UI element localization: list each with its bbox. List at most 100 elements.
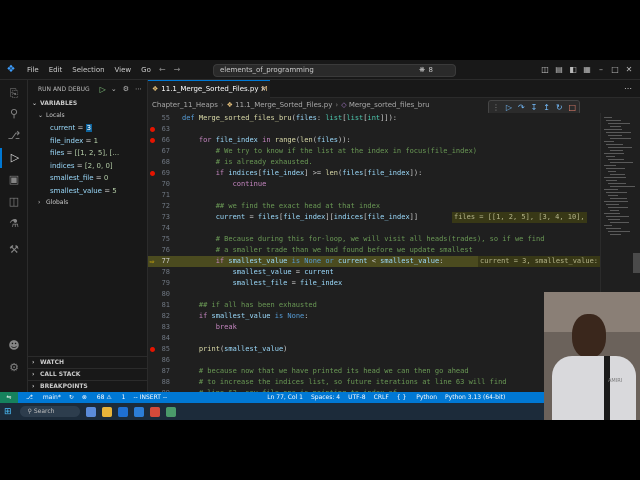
watch-section-header[interactable]: › WATCH <box>28 356 147 368</box>
variable-row[interactable]: current = 3 <box>28 122 147 135</box>
stop-icon[interactable]: □ <box>568 103 576 112</box>
code-editor[interactable]: 55 def Merge_sorted_files_bru(files: list… <box>148 113 600 392</box>
code-line[interactable]: 79 smallest_file = file_index <box>148 278 600 289</box>
code-line[interactable]: 80 <box>148 289 600 300</box>
search-icon[interactable]: ⚲ <box>0 104 28 124</box>
code-line[interactable]: 81 ## if all has been exhausted <box>148 300 600 311</box>
restart-icon[interactable]: ↻ <box>556 103 563 112</box>
eol-status[interactable]: CRLF <box>374 394 389 401</box>
menu-view[interactable]: View <box>115 66 132 74</box>
app-icon[interactable] <box>149 406 160 417</box>
back-arrow-icon[interactable]: ← <box>159 65 166 74</box>
variable-row[interactable]: file_index = 1 <box>28 135 147 148</box>
menu-edit[interactable]: Edit <box>49 66 63 74</box>
variable-row[interactable]: indices = [2, 0, 0] <box>28 160 147 173</box>
minimap-slider[interactable] <box>633 253 640 273</box>
forward-arrow-icon[interactable]: → <box>174 65 181 74</box>
start-debugging-icon[interactable]: ▷ <box>100 85 106 94</box>
maximize-icon[interactable]: □ <box>608 63 622 77</box>
variable-row[interactable]: smallest_value = 5 <box>28 185 147 198</box>
cursor-position[interactable]: Ln 77, Col 1 <box>267 394 303 401</box>
code-line[interactable]: 69 if indices[file_index] >= len(files[f… <box>148 168 600 179</box>
code-line[interactable]: ⇨ 77 if smallest_value is None or current… <box>148 256 600 267</box>
breakpoints-section-header[interactable]: › BREAKPOINTS <box>28 380 147 392</box>
breadcrumb-file[interactable]: 11.1_Merge_Sorted_Files.py <box>235 101 332 109</box>
code-line[interactable]: 85 print(smallest_value) <box>148 344 600 355</box>
code-line[interactable]: 71 <box>148 190 600 201</box>
remote-explorer-icon[interactable]: ◫ <box>0 192 28 212</box>
python-interpreter[interactable]: Python 3.13 (64-bit) <box>445 394 505 401</box>
toggle-sidebar-icon[interactable]: ◧ <box>566 63 580 77</box>
code-line[interactable]: 76 # a smaller trade than we had found b… <box>148 245 600 256</box>
step-into-icon[interactable]: ↧ <box>531 103 538 112</box>
indentation-status[interactable]: Spaces: 4 <box>311 394 340 401</box>
encoding-status[interactable]: UTF-8 <box>348 394 366 401</box>
code-line[interactable]: 66 for file_index in range(len(files)): <box>148 135 600 146</box>
code-line[interactable]: 84 <box>148 333 600 344</box>
run-debug-icon[interactable]: ▷ <box>0 148 28 168</box>
menu-go[interactable]: Go <box>141 66 151 74</box>
close-tab-icon[interactable]: × <box>260 81 266 98</box>
code-line[interactable]: 87 # because now that we have printed it… <box>148 366 600 377</box>
problems-status[interactable]: ⊗ 68 ⚠ 1 <box>82 394 126 401</box>
menu-selection[interactable]: Selection <box>72 66 104 74</box>
toggle-panel-icon[interactable]: ▤ <box>552 63 566 77</box>
minimize-icon[interactable]: – <box>594 63 608 77</box>
code-line[interactable]: 67 # We try to know if the list at the i… <box>148 146 600 157</box>
breadcrumb-folder[interactable]: Chapter_11_Heaps <box>152 101 218 109</box>
source-control-icon[interactable]: ⎇ <box>0 126 28 146</box>
step-out-icon[interactable]: ↥ <box>543 103 550 112</box>
code-line[interactable]: 70 continue <box>148 179 600 190</box>
code-line[interactable]: 86 <box>148 355 600 366</box>
file-explorer-icon[interactable] <box>101 406 112 417</box>
code-line[interactable]: 75 # Because during this for-loop, we wi… <box>148 234 600 245</box>
minimap-line <box>608 195 618 196</box>
remote-indicator-icon[interactable]: ⇋ <box>0 392 18 403</box>
edge-browser-icon[interactable] <box>117 406 128 417</box>
editor-more-actions-icon[interactable]: ⋯ <box>624 80 632 97</box>
tab-merge-sorted-files[interactable]: ❖ 11.1_Merge_Sorted_Files.py M × <box>148 80 270 98</box>
drag-grip-icon[interactable]: ⋮ <box>492 103 500 112</box>
manage-gear-icon[interactable]: ⚙ <box>0 358 28 378</box>
more-actions-icon[interactable]: ⋯ <box>135 85 142 93</box>
debug-config-dropdown-icon[interactable]: ⌄ <box>111 85 117 93</box>
code-line[interactable]: 82 if smallest_value is None: <box>148 311 600 322</box>
vscode-taskbar-icon[interactable] <box>133 406 144 417</box>
code-line[interactable]: 78 smallest_value = current <box>148 267 600 278</box>
globals-scope[interactable]: › Globals <box>28 197 147 209</box>
code-line[interactable]: 83 break <box>148 322 600 333</box>
layout-icon[interactable]: ◫ <box>538 63 552 77</box>
app-icon[interactable] <box>165 406 176 417</box>
language-mode[interactable]: { } Python <box>397 394 437 401</box>
extensions-icon[interactable]: ▣ <box>0 170 28 190</box>
code-line[interactable]: 88 # to increase the indices list, so fu… <box>148 377 600 388</box>
variable-row[interactable]: files = [[1, 2, 5], [… <box>28 147 147 160</box>
git-branch-status[interactable]: ⎇ main* <box>26 394 61 401</box>
explorer-icon[interactable]: ⎘ <box>0 84 28 104</box>
code-line[interactable]: 55 def Merge_sorted_files_bru(files: list… <box>148 113 600 124</box>
windows-start-icon[interactable]: ⊞ <box>4 407 12 417</box>
customize-layout-icon[interactable]: ▦ <box>580 63 594 77</box>
code-line[interactable]: 74 <box>148 223 600 234</box>
menu-file[interactable]: File <box>27 66 39 74</box>
debug-settings-gear-icon[interactable]: ⚙ <box>123 85 129 93</box>
code-line[interactable]: 73 current = files[file_index][indices[f… <box>148 212 600 223</box>
step-over-icon[interactable]: ↷ <box>518 103 525 112</box>
code-line[interactable]: 63 <box>148 124 600 135</box>
sync-status[interactable]: ↻ <box>69 394 74 401</box>
account-icon[interactable]: ☻ <box>0 336 28 356</box>
docker-icon[interactable]: ⚒ <box>0 240 28 260</box>
taskbar-search[interactable]: ⚲ Search <box>19 406 80 417</box>
task-view-icon[interactable] <box>85 406 96 417</box>
continue-icon[interactable]: ▷ <box>506 103 512 112</box>
locals-scope[interactable]: ⌄ Locals <box>28 110 147 122</box>
testing-icon[interactable]: ⚗ <box>0 214 28 234</box>
variable-row[interactable]: smallest_file = 0 <box>28 172 147 185</box>
command-center-search[interactable]: elements_of_programming ❋ 8 <box>213 64 456 77</box>
code-line[interactable]: 72 ## we find the exact head at that ind… <box>148 201 600 212</box>
breadcrumb-function[interactable]: Merge_sorted_files_bru <box>349 101 430 109</box>
code-line[interactable]: 68 # is already exhausted. <box>148 157 600 168</box>
call-stack-section-header[interactable]: › CALL STACK <box>28 368 147 380</box>
variables-section-header[interactable]: ⌄ VARIABLES <box>28 98 147 110</box>
close-window-icon[interactable]: ✕ <box>622 63 636 77</box>
